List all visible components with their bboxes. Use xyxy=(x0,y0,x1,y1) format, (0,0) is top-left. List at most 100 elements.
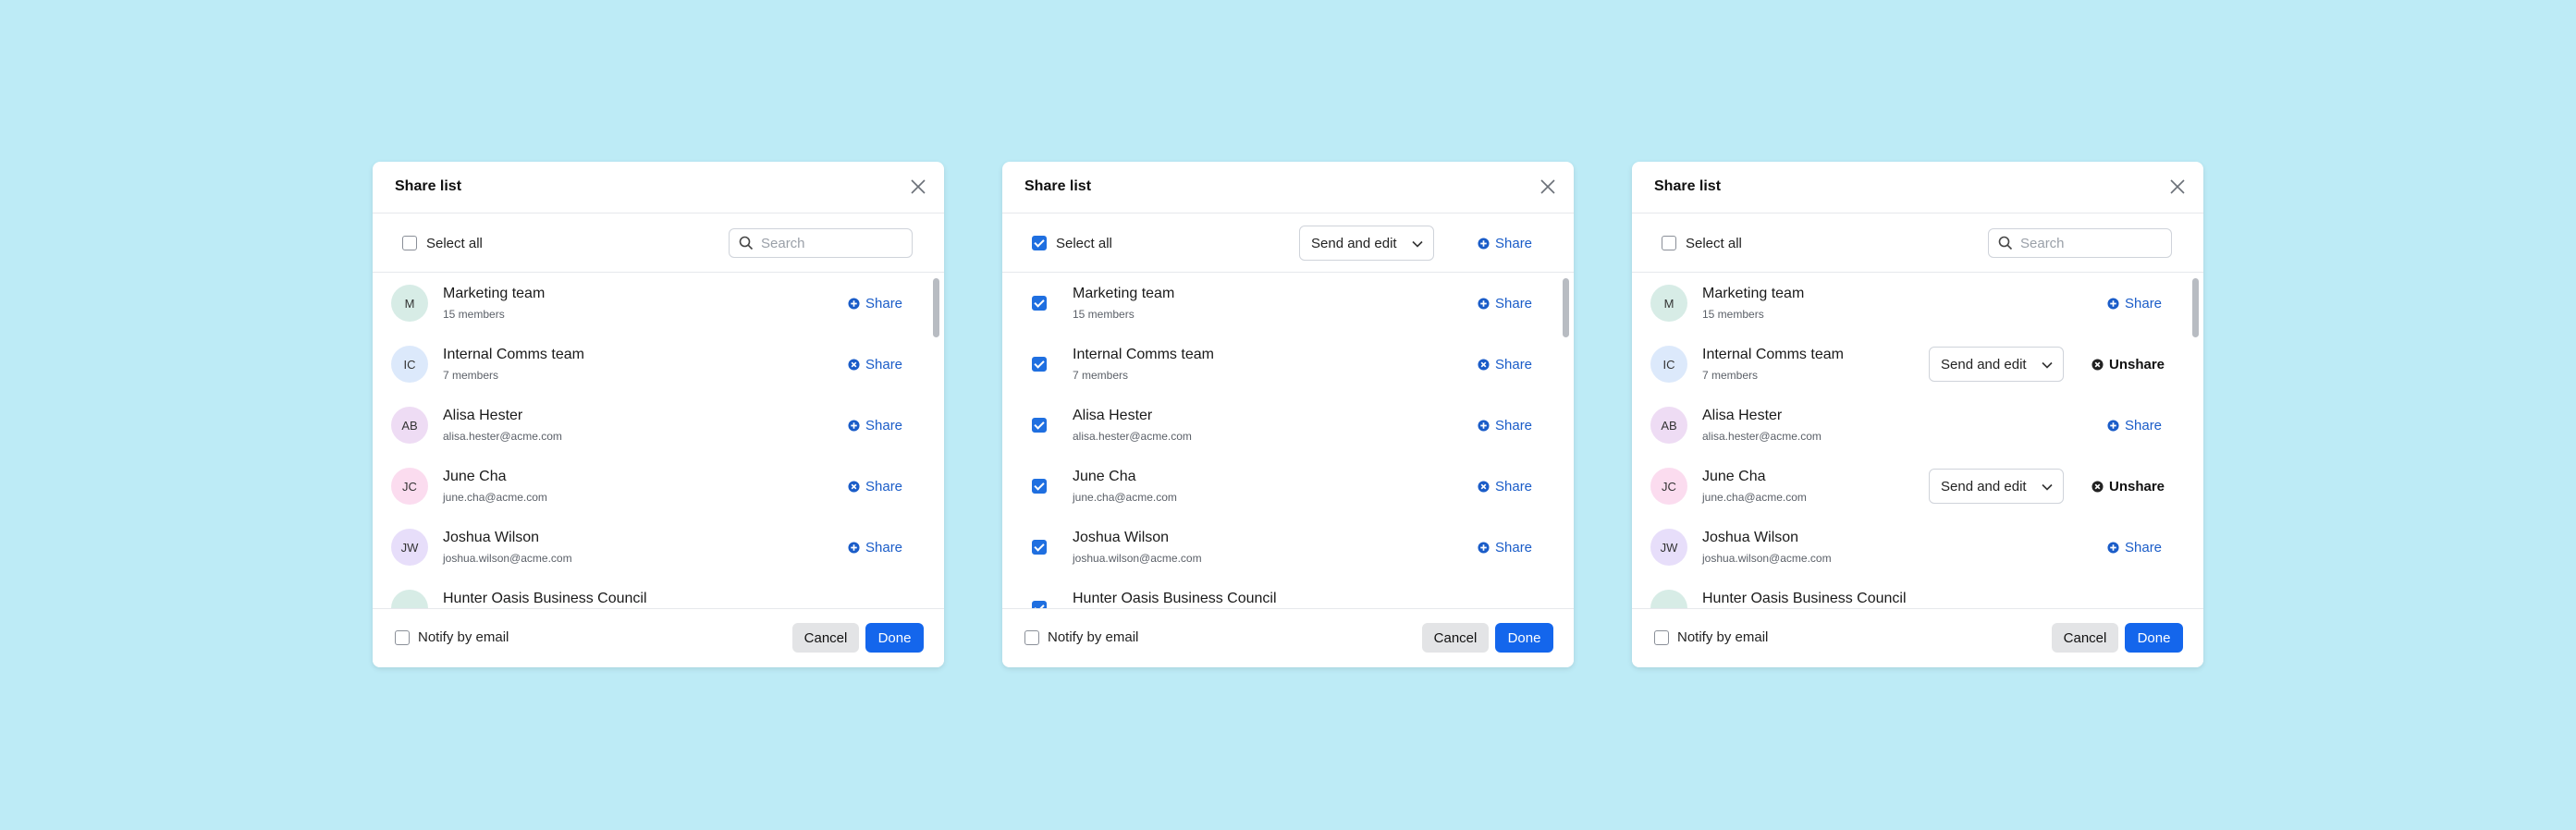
cancel-button[interactable]: Cancel xyxy=(1422,623,1489,653)
item-name: Internal Comms team xyxy=(1073,347,1214,362)
avatar: JW xyxy=(1650,529,1687,566)
cancel-button[interactable]: Cancel xyxy=(792,623,859,653)
dialog-footer: Notify by email Cancel Done xyxy=(1632,608,2203,667)
avatar: JW xyxy=(391,529,428,566)
cancel-button[interactable]: Cancel xyxy=(2052,623,2118,653)
share-button[interactable]: Share xyxy=(848,416,902,434)
search-icon xyxy=(1998,236,2013,250)
list-item: JW Joshua Wilson joshua.wilson@acme.com … xyxy=(373,517,944,578)
permission-select[interactable]: Send and edit xyxy=(1929,469,2064,504)
item-detail: 7 members xyxy=(1073,369,1129,382)
share-button[interactable]: Share xyxy=(848,294,902,312)
share-label: Share xyxy=(2125,539,2163,555)
select-all-checkbox[interactable]: Select all xyxy=(1032,234,1112,252)
share-button[interactable]: Share xyxy=(1478,416,1532,434)
list-item: IC Internal Comms team 7 members Share xyxy=(373,334,944,395)
share-list-dialog: Share list Select all M Marketing team 1… xyxy=(373,162,944,667)
checkbox-box[interactable] xyxy=(1032,236,1047,250)
share-button[interactable]: Share xyxy=(2107,538,2162,556)
avatar: AB xyxy=(391,407,428,444)
permission-select[interactable]: Send and edit xyxy=(1299,226,1434,261)
close-icon[interactable] xyxy=(909,177,927,196)
item-name: Alisa Hester xyxy=(1702,408,1783,423)
notify-by-email-checkbox[interactable]: Notify by email xyxy=(1654,629,1768,645)
row-checkbox[interactable] xyxy=(1032,479,1047,494)
scrollbar-thumb[interactable] xyxy=(1563,278,1569,337)
dialog-title: Share list xyxy=(1024,178,1092,194)
row-checkbox[interactable] xyxy=(1032,601,1047,608)
item-detail: 15 members xyxy=(1073,308,1135,321)
search-field[interactable] xyxy=(1988,228,2172,258)
select-all-checkbox[interactable]: Select all xyxy=(402,234,483,252)
share-button[interactable]: Share xyxy=(1478,355,1532,373)
close-icon[interactable] xyxy=(1539,177,1557,196)
share-button[interactable]: Share xyxy=(848,538,902,556)
row-checkbox[interactable] xyxy=(1032,357,1047,372)
share-list: M Marketing team 15 members Share IC Int… xyxy=(1632,273,2203,608)
avatar: JC xyxy=(391,468,428,505)
checkbox-box[interactable] xyxy=(1654,629,1669,645)
item-name: Alisa Hester xyxy=(1073,408,1153,423)
chevron-down-icon xyxy=(1412,240,1423,248)
unshare-button[interactable]: Unshare xyxy=(2091,477,2165,495)
avatar: IC xyxy=(1650,346,1687,383)
unshare-label: Unshare xyxy=(2109,356,2165,372)
share-button[interactable]: Share xyxy=(1478,294,1532,312)
permission-select[interactable]: Send and edit xyxy=(1929,347,2064,382)
checkbox-box[interactable] xyxy=(1662,236,1676,250)
share-list-dialog: Share list Select all Send and edit Shar… xyxy=(1002,162,1574,667)
share-label: Share xyxy=(1495,478,1533,494)
share-button[interactable]: Share xyxy=(1478,477,1532,495)
share-button[interactable]: Share xyxy=(2107,294,2162,312)
item-detail: alisa.hester@acme.com xyxy=(1073,430,1192,443)
checkbox-box[interactable] xyxy=(395,629,410,645)
share-all-button[interactable]: Share xyxy=(1478,234,1532,252)
checkbox-box[interactable] xyxy=(402,236,417,250)
plus-circle-icon xyxy=(1478,297,1490,310)
done-button[interactable]: Done xyxy=(2125,623,2183,653)
scrollbar-thumb[interactable] xyxy=(933,278,939,337)
item-detail: 7 members xyxy=(1702,369,1759,382)
list-item: Internal Comms team 7 members Share xyxy=(1002,334,1574,395)
row-checkbox[interactable] xyxy=(1032,540,1047,555)
scrollbar-thumb[interactable] xyxy=(2192,278,2199,337)
unshare-button[interactable]: Unshare xyxy=(2091,355,2165,373)
item-detail: 15 members xyxy=(1702,308,1764,321)
share-label: Share xyxy=(865,539,903,555)
plus-circle-icon xyxy=(1478,237,1490,250)
done-button[interactable]: Done xyxy=(865,623,924,653)
list-item: M Marketing team 15 members Share xyxy=(1632,273,2203,334)
share-label: Share xyxy=(865,478,903,494)
item-name: Hunter Oasis Business Council xyxy=(443,591,647,606)
share-button[interactable]: Share xyxy=(1478,538,1532,556)
search-field[interactable] xyxy=(729,228,913,258)
list-item-partial: Hunter Oasis Business Council xyxy=(373,578,944,608)
notify-by-email-checkbox[interactable]: Notify by email xyxy=(1024,629,1138,645)
item-name: Alisa Hester xyxy=(443,408,523,423)
item-name: Marketing team xyxy=(1702,286,1805,301)
close-icon[interactable] xyxy=(2168,177,2187,196)
notify-by-email-checkbox[interactable]: Notify by email xyxy=(395,629,509,645)
share-button[interactable]: Share xyxy=(848,355,902,373)
dialog-toolbar: Select all Send and edit Share xyxy=(1002,214,1574,273)
unshare-label: Unshare xyxy=(2109,478,2165,494)
item-name: Hunter Oasis Business Council xyxy=(1702,591,1907,606)
chevron-down-icon xyxy=(2042,483,2053,491)
list-item: M Marketing team 15 members Share xyxy=(373,273,944,334)
list-item: JC June Cha june.cha@acme.com Send and e… xyxy=(1632,456,2203,517)
checkbox-box[interactable] xyxy=(1024,629,1039,645)
row-checkbox[interactable] xyxy=(1032,296,1047,311)
share-label: Share xyxy=(2125,295,2163,311)
item-detail: 15 members xyxy=(443,308,505,321)
x-circle-icon xyxy=(1478,358,1490,371)
share-label: Share xyxy=(1495,235,1533,251)
share-button[interactable]: Share xyxy=(848,477,902,495)
row-checkbox[interactable] xyxy=(1032,418,1047,433)
list-item-partial: Hunter Oasis Business Council xyxy=(1002,578,1574,608)
search-input[interactable] xyxy=(2020,235,2159,251)
search-input[interactable] xyxy=(761,235,900,251)
plus-circle-icon xyxy=(2107,419,2119,432)
share-button[interactable]: Share xyxy=(2107,416,2162,434)
select-all-checkbox[interactable]: Select all xyxy=(1662,234,1742,252)
done-button[interactable]: Done xyxy=(1495,623,1553,653)
